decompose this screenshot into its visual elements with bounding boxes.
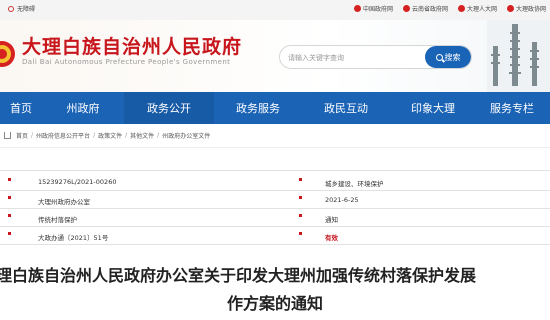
accessibility-link[interactable]: 无障碍 (8, 4, 35, 13)
doc-title: 传统村落保护 (38, 216, 77, 224)
nav-service-column[interactable]: 服务专栏 (476, 92, 550, 124)
external-links: 中国政府网 云南省政府网 大理人大网 大理政协网 (353, 4, 546, 13)
info-row: 大理州政府办公室 2021-6-25 (0, 194, 550, 208)
top-link-zhengxie[interactable]: 大理政协网 (506, 4, 546, 13)
nav-interaction[interactable]: 政民互动 (302, 92, 390, 124)
main-nav: 首页 州政府 政务公开 政务服务 政民互动 印象大理 服务专栏 (0, 92, 550, 124)
doc-number: 大政办通〔2021〕51号 (38, 234, 109, 242)
article-title-line2: 作方案的通知 (226, 294, 323, 313)
accessibility-label: 无障碍 (17, 6, 36, 13)
publisher: 大理州政府办公室 (38, 198, 90, 206)
nav-home[interactable]: 首页 (0, 92, 42, 124)
emblem-icon (506, 5, 514, 12)
accessibility-icon (8, 5, 14, 12)
info-row: 大政办通〔2021〕51号 有效 (0, 230, 550, 244)
index-number: 15239276L/2021-00260 (38, 178, 117, 186)
validity-status: 有效 (325, 234, 338, 242)
search-button[interactable]: 搜索 (425, 46, 471, 68)
breadcrumb: 首页 / 州政府信息公开平台 / 政策文件 / 其他文件 / 州政府办公室文件 (0, 124, 550, 148)
emblem-icon (457, 5, 465, 12)
info-row: 传统村落保护 通知 (0, 212, 550, 226)
search-icon (435, 53, 443, 61)
site-header: 大理白族自治州人民政府 Dali Bai Autonomous Prefectu… (0, 20, 550, 92)
publish-date: 2021-6-25 (325, 196, 359, 204)
national-emblem-icon (0, 41, 15, 67)
search-button-label: 搜索 (444, 52, 461, 62)
nav-gov-affairs-open[interactable]: 政务公开 (124, 92, 214, 124)
emblem-icon (353, 5, 361, 12)
document-info-table: 15239276L/2021-00260 城乡建设、环境保护 大理州政府办公室 … (0, 162, 550, 250)
top-link-yunnan[interactable]: 云南省政府网 (402, 4, 448, 13)
crumb-home[interactable]: 首页 (16, 131, 28, 140)
site-subtitle: Dali Bai Autonomous Prefecture People's … (22, 58, 231, 66)
crumb-other[interactable]: 其他文件 (130, 131, 154, 140)
home-icon (4, 132, 11, 139)
doc-type: 通知 (325, 216, 338, 224)
crumb-platform[interactable]: 州政府信息公开平台 (36, 131, 90, 140)
site-title[interactable]: 大理白族自治州人民政府 (22, 32, 242, 59)
nav-impression-dali[interactable]: 印象大理 (390, 92, 476, 124)
crumb-policy[interactable]: 政策文件 (98, 131, 122, 140)
search-input[interactable] (288, 51, 418, 65)
top-link-renda[interactable]: 大理人大网 (457, 4, 497, 13)
crumb-office-docs[interactable]: 州政府办公室文件 (162, 131, 210, 140)
category: 城乡建设、环境保护 (325, 180, 384, 188)
nav-prefecture-gov[interactable]: 州政府 (42, 92, 124, 124)
top-link-gov-cn[interactable]: 中国政府网 (353, 4, 393, 13)
search-box: 搜索 (279, 45, 472, 69)
three-pagodas-image (487, 20, 550, 92)
nav-gov-services[interactable]: 政务服务 (214, 92, 302, 124)
article-title-line1: 理白族自治州人民政府办公室关于印发大理州加强传统村落保护发展 (0, 266, 477, 285)
top-utility-bar: 无障碍 中国政府网 云南省政府网 大理人大网 大理政协网 (0, 0, 550, 20)
emblem-icon (402, 5, 410, 12)
info-row: 15239276L/2021-00260 城乡建设、环境保护 (0, 176, 550, 190)
